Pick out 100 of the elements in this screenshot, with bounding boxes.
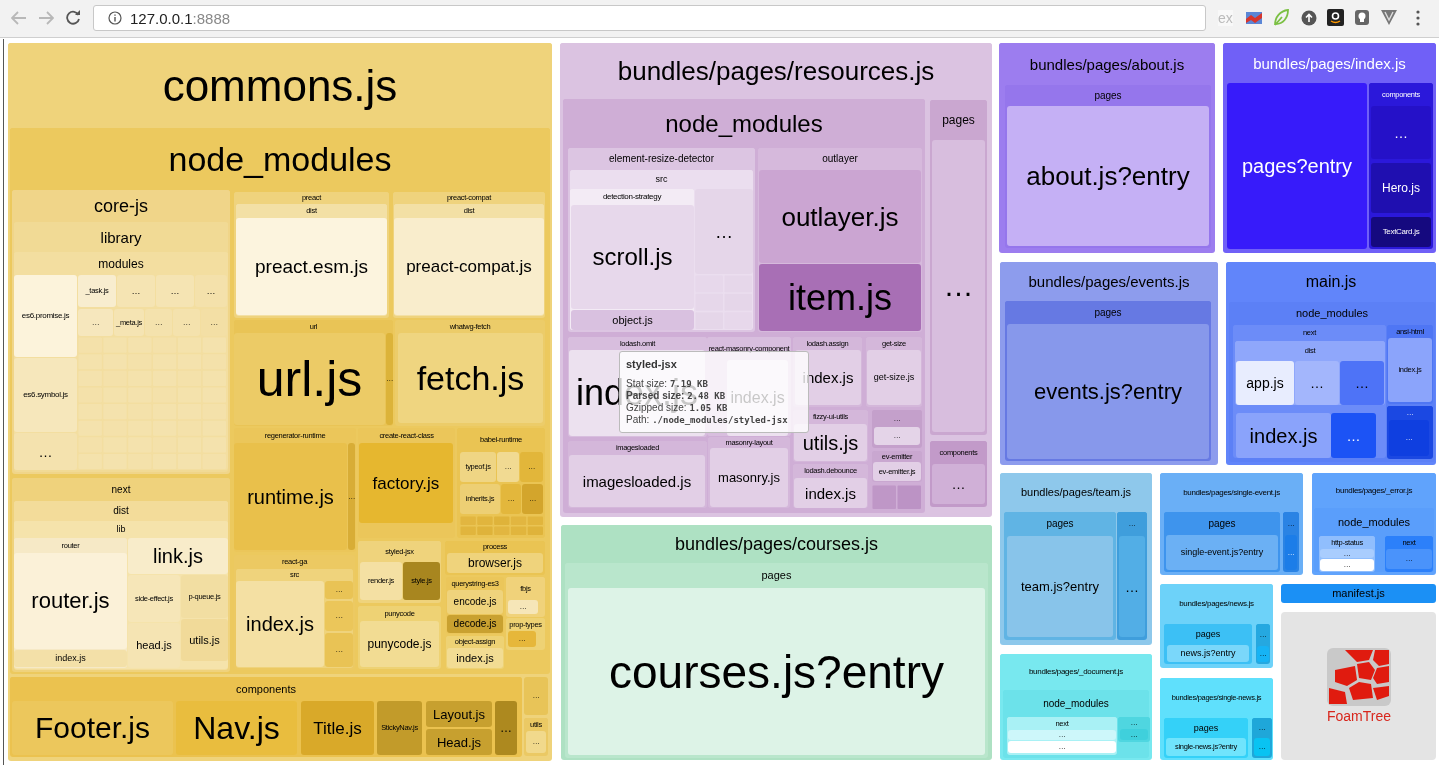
treemap-group-tile[interactable]: [10, 128, 550, 674]
module-tile[interactable]: factory.js: [359, 443, 453, 523]
module-tile[interactable]: …: [145, 309, 172, 336]
module-tile[interactable]: preact-compat.js: [394, 218, 544, 315]
treemap-group-tile[interactable]: outlayer outlayer.js item.js: [758, 148, 922, 332]
tooltip-title: styled-jsx: [626, 358, 677, 370]
module-tile[interactable]: item.js: [759, 264, 921, 331]
group-label: pages: [1094, 307, 1122, 318]
module-tile[interactable]: …: [1371, 106, 1431, 159]
address-field[interactable]: 127.0.0.1:8888: [93, 5, 1206, 31]
module-tile[interactable]: masonry.js: [710, 448, 788, 507]
treemap-group-tile[interactable]: pages events.js?entry: [1005, 301, 1211, 461]
module-tile[interactable]: …: [201, 309, 227, 336]
info-icon[interactable]: [108, 11, 122, 25]
module-tile[interactable]: index.js: [236, 581, 324, 667]
module-tile[interactable]: manifest.js: [1281, 584, 1436, 603]
module-tile[interactable]: …: [932, 140, 985, 432]
treemap-group-tile[interactable]: src detection-strategy scroll.js object.js …: [570, 170, 753, 330]
module-tile[interactable]: imagesloaded.js: [569, 455, 705, 507]
module-tile[interactable]: runtime.js: [234, 443, 347, 550]
module-tile[interactable]: preact.esm.js: [236, 218, 387, 315]
module-tile[interactable]: team.js?entry: [1007, 536, 1113, 637]
module-tile[interactable]: index.js: [447, 648, 503, 668]
module-tile[interactable]: …: [1119, 536, 1145, 637]
module-tile[interactable]: …: [932, 464, 985, 504]
group-label: pages: [1208, 518, 1236, 529]
module-tile[interactable]: Layout.js: [426, 701, 492, 727]
module-tile[interactable]: link.js: [128, 538, 228, 574]
module-tile[interactable]: about.js?entry: [1007, 106, 1209, 246]
module-tile[interactable]: …: [78, 309, 113, 336]
module-tile[interactable]: get-size.js: [867, 350, 921, 405]
module-tile[interactable]: punycode.js: [360, 621, 439, 667]
treemap-group-tile[interactable]: [563, 99, 925, 513]
module-tile[interactable]: …: [156, 275, 194, 307]
module-tile[interactable]: TextCard.js: [1371, 217, 1431, 247]
treemap-group-tile[interactable]: [560, 43, 992, 517]
module-tile[interactable]: es6.symbol.js: [14, 358, 77, 432]
treemap-group-tile[interactable]: pages courses.js?entry: [565, 563, 988, 758]
module-tile[interactable]: router.js: [14, 553, 127, 649]
module-tile[interactable]: utils.js: [794, 424, 867, 461]
module-tile[interactable]: url.js: [234, 333, 385, 425]
treemap-group-tile[interactable]: pages single-event.js?entry: [1164, 512, 1280, 572]
group-label: components: [236, 683, 296, 695]
module-tile[interactable]: Nav.js: [176, 701, 297, 755]
module-tile[interactable]: object.js: [571, 310, 694, 330]
module-tile[interactable]: decode.js: [447, 615, 503, 633]
module-tile[interactable]: index.js: [14, 650, 127, 667]
module-tile[interactable]: Footer.js: [12, 701, 173, 755]
treemap-group-tile[interactable]: pages team.js?entry: [1004, 512, 1116, 640]
upload-circle-icon[interactable]: [1301, 10, 1317, 26]
module-tile[interactable]: …: [173, 309, 200, 336]
reload-icon[interactable]: [66, 10, 81, 25]
treemap-group-tile[interactable]: [8, 43, 552, 761]
group-label: node_modules: [168, 142, 392, 176]
module-tile[interactable]: …: [325, 633, 353, 667]
treemap-group-tile[interactable]: bundles/pages/events.js pages events.js?entry: [1000, 262, 1218, 465]
menu-icon[interactable]: [1415, 10, 1421, 26]
module-tile[interactable]: scroll.js: [571, 205, 694, 309]
module-tile[interactable]: browser.js: [447, 553, 543, 573]
module-tile[interactable]: courses.js?entry: [568, 588, 985, 755]
group-label: pages: [761, 570, 792, 581]
module-tile[interactable]: es6.promise.js: [14, 275, 77, 357]
module-tile[interactable]: encode.js: [447, 590, 503, 614]
module-tile[interactable]: …: [195, 275, 227, 307]
extension-icon[interactable]: [1245, 10, 1263, 26]
module-tile[interactable]: app.js: [1236, 361, 1294, 405]
module-tile[interactable]: utils.js: [181, 619, 228, 661]
module-tile[interactable]: …: [1331, 413, 1376, 458]
module-tile[interactable]: …: [1295, 361, 1339, 405]
treemap-group-tile[interactable]: element-resize-detector src detection-strategy scroll.js object.js …: [568, 148, 755, 332]
tooltip-line: Path: ./node_modules/styled-jsx: [626, 414, 788, 426]
module-tile[interactable]: Title.js: [301, 701, 374, 755]
group-label: bundles/pages/single-event.js: [1183, 488, 1280, 497]
module-tile[interactable]: events.js?entry: [1007, 324, 1209, 459]
treemap-group-tile[interactable]: pages …: [930, 100, 987, 435]
module-tile[interactable]: …: [325, 601, 353, 631]
module-tile[interactable]: fetch.js: [398, 333, 543, 423]
v-shield-icon[interactable]: [1381, 10, 1397, 25]
module-tile[interactable]: …: [1340, 361, 1384, 405]
treemap-group-tile[interactable]: bundles/pages/courses.js pages courses.js?entry: [561, 525, 992, 760]
module-tile[interactable]: …: [695, 189, 753, 274]
module-tile[interactable]: index.js: [794, 478, 867, 508]
tile-grid-drawing: [695, 275, 753, 330]
module-tile[interactable]: Head.js: [426, 729, 492, 755]
module-tile[interactable]: outlayer.js: [759, 170, 921, 263]
module-tile[interactable]: Hero.js: [1371, 163, 1431, 213]
treemap-group-tile[interactable]: detection-strategy scroll.js object.js: [570, 189, 694, 330]
treemap-group-tile[interactable]: pages news.js?entry: [1164, 624, 1252, 664]
treemap-group-tile[interactable]: pages about.js?entry: [1005, 85, 1211, 248]
module-tile[interactable]: …: [14, 433, 77, 470]
module-tile[interactable]: index.js: [1236, 413, 1331, 458]
bulb-icon[interactable]: [1354, 9, 1370, 26]
module-tile[interactable]: head.js: [128, 623, 180, 668]
group-label: bundles/pages/_document.js: [1028, 668, 1124, 676]
module-tile[interactable]: single-event.js?entry: [1166, 535, 1278, 570]
module-tile[interactable]: …: [495, 701, 517, 755]
module-tile[interactable]: …: [117, 275, 155, 307]
treemap-group-tile[interactable]: bundles/pages/about.js pages about.js?entry: [999, 43, 1215, 253]
module-tile[interactable]: pages?entry: [1227, 83, 1367, 249]
module-tile[interactable]: news.js?entry: [1167, 645, 1249, 662]
